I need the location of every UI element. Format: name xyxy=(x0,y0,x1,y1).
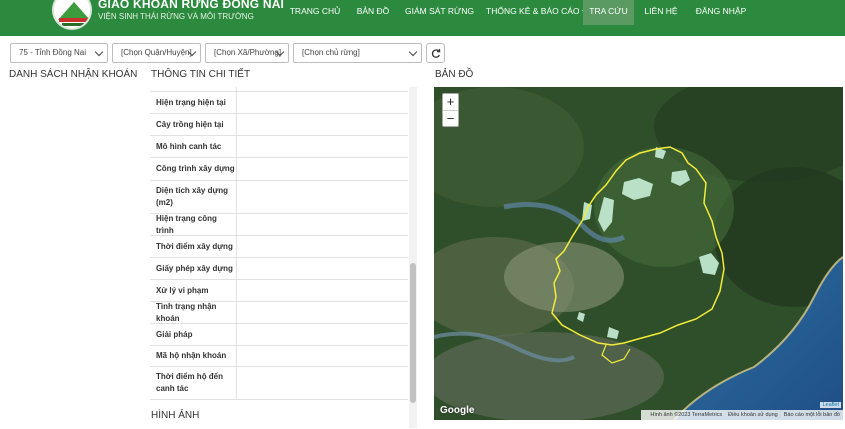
site-logo[interactable] xyxy=(52,0,92,30)
row-label xyxy=(150,87,237,91)
district-select-value: [Chọn Quận/Huyện] xyxy=(121,48,192,57)
imagery-credit: Hình ảnh ©2023 TerraMetrics xyxy=(650,412,723,418)
nav-home[interactable]: TRANG CHỦ xyxy=(289,0,341,25)
leaflet-link[interactable]: Leaflet xyxy=(820,402,841,408)
assignment-list-title: DANH SÁCH NHẬN KHOÁN xyxy=(9,69,138,80)
district-select[interactable]: [Chọn Quận/Huyện] xyxy=(112,43,201,63)
table-row: Công trình xây dựng xyxy=(150,158,408,181)
images-title: HÌNH ẢNH xyxy=(151,410,200,421)
row-value xyxy=(237,114,408,135)
row-value xyxy=(237,158,408,180)
row-label: Thời điểm hộ đến canh tác xyxy=(150,367,237,399)
refresh-icon xyxy=(431,48,441,58)
table-row: Hiện trạng hiện tại xyxy=(150,92,408,114)
row-label: Mã hộ nhận khoán xyxy=(150,346,237,366)
nav-forest-monitoring[interactable]: GIÁM SÁT RỪNG xyxy=(405,0,474,25)
row-label: Giấy phép xây dựng xyxy=(150,258,237,279)
forest-owner-select[interactable]: [Chọn chủ rừng] xyxy=(293,43,422,63)
table-row: Hiện trạng công trình xyxy=(150,214,408,236)
chevron-down-icon xyxy=(408,47,418,57)
row-label: Giải pháp xyxy=(150,324,237,345)
row-value xyxy=(237,346,408,366)
row-value xyxy=(237,92,408,113)
brand-title: GIAO KHOÁN RỪNG ĐỒNG NAI xyxy=(98,0,285,11)
row-label: Tình trạng nhận khoán xyxy=(150,302,237,323)
nav-stats-reports[interactable]: THỐNG KÊ & BÁO CÁO xyxy=(486,0,588,25)
map-title: BẢN ĐỒ xyxy=(435,69,474,80)
nav-login[interactable]: ĐĂNG NHẬP xyxy=(693,0,749,25)
row-value xyxy=(237,367,408,399)
map-view[interactable]: + − Google Leaflet Hình ảnh ©2023 TerraM… xyxy=(434,87,843,420)
row-value xyxy=(237,258,408,279)
brand-subtitle: VIỆN SINH THÁI RỪNG VÀ MÔI TRƯỜNG xyxy=(98,12,254,21)
row-value xyxy=(237,136,408,157)
scrollbar-thumb[interactable] xyxy=(410,263,416,403)
nav-stats-reports-label: THỐNG KÊ & BÁO CÁO xyxy=(486,6,580,16)
row-value xyxy=(237,236,408,257)
terms-link[interactable]: Điều khoản sử dụng xyxy=(728,412,778,418)
row-value xyxy=(237,181,408,213)
table-row: Xử lý vi phạm xyxy=(150,280,408,302)
province-select[interactable]: 75 - Tỉnh Đồng Nai xyxy=(10,43,108,63)
nav-map-label: BẢN ĐỒ xyxy=(356,6,390,16)
table-row: Diện tích xây dựng (m2) xyxy=(150,181,408,214)
report-error-link[interactable]: Báo cáo một lỗi bản đồ xyxy=(784,412,840,418)
table-row: Thời điểm hộ đến canh tác xyxy=(150,367,408,400)
row-label: Cây trồng hiện tại xyxy=(150,114,237,135)
logo-band xyxy=(59,18,89,22)
forest-owner-select-value: [Chọn chủ rừng] xyxy=(302,48,360,57)
top-navbar: GIAO KHOÁN RỪNG ĐỒNG NAI VIỆN SINH THÁI … xyxy=(0,0,845,36)
detail-table[interactable]: Hiện trạng hiện tại Cây trồng hiện tại M… xyxy=(150,87,418,428)
table-row: Tình trạng nhận khoán xyxy=(150,302,408,324)
ward-select-value: [Chọn Xã/Phường] xyxy=(214,48,282,57)
nav-login-label: ĐĂNG NHẬP xyxy=(695,6,747,16)
map-attribution: Hình ảnh ©2023 TerraMetrics Điều khoản sử… xyxy=(641,410,843,420)
refresh-button[interactable] xyxy=(426,43,445,63)
row-label: Hiện trạng hiện tại xyxy=(150,92,237,113)
row-value xyxy=(237,214,408,235)
table-row: Giải pháp xyxy=(150,324,408,346)
row-label: Thời điểm xây dựng xyxy=(150,236,237,257)
table-row: Mô hình canh tác xyxy=(150,136,408,158)
nav-contact-label: LIÊN HỆ xyxy=(644,6,678,16)
detail-info-title: THÔNG TIN CHI TIẾT xyxy=(151,69,251,80)
table-row: Cây trồng hiện tại xyxy=(150,114,408,136)
nav-forest-monitoring-label: GIÁM SÁT RỪNG xyxy=(405,6,474,16)
table-row: Mã hộ nhận khoán xyxy=(150,346,408,367)
satellite-map[interactable] xyxy=(434,87,843,420)
google-logo: Google xyxy=(440,405,475,416)
nav-lookup-label: TRA CỨU xyxy=(589,6,628,16)
detail-scrollbar[interactable] xyxy=(409,87,417,428)
zoom-control: + − xyxy=(442,93,459,127)
table-row: Giấy phép xây dựng xyxy=(150,258,408,280)
row-value xyxy=(237,302,408,323)
row-value xyxy=(237,87,408,91)
row-value xyxy=(237,280,408,301)
nav-map[interactable]: BẢN ĐỒ xyxy=(355,0,391,25)
logo-text-band xyxy=(62,23,86,26)
nav-home-label: TRANG CHỦ xyxy=(289,6,341,16)
row-label: Mô hình canh tác xyxy=(150,136,237,157)
province-select-value: 75 - Tỉnh Đồng Nai xyxy=(19,48,86,57)
row-value xyxy=(237,324,408,345)
ward-select[interactable]: [Chọn Xã/Phường] xyxy=(205,43,289,63)
zoom-in-button[interactable]: + xyxy=(443,94,458,111)
row-label: Hiện trạng công trình xyxy=(150,214,237,235)
row-label: Công trình xây dựng xyxy=(150,158,237,180)
row-label: Diện tích xây dựng (m2) xyxy=(150,181,237,213)
row-label: Xử lý vi phạm xyxy=(150,280,237,301)
nav-contact[interactable]: LIÊN HỆ xyxy=(643,0,679,25)
zoom-out-button[interactable]: − xyxy=(443,111,458,128)
nav-lookup[interactable]: TRA CỨU xyxy=(583,0,634,25)
table-row: Thời điểm xây dựng xyxy=(150,236,408,258)
chevron-down-icon xyxy=(94,47,104,57)
